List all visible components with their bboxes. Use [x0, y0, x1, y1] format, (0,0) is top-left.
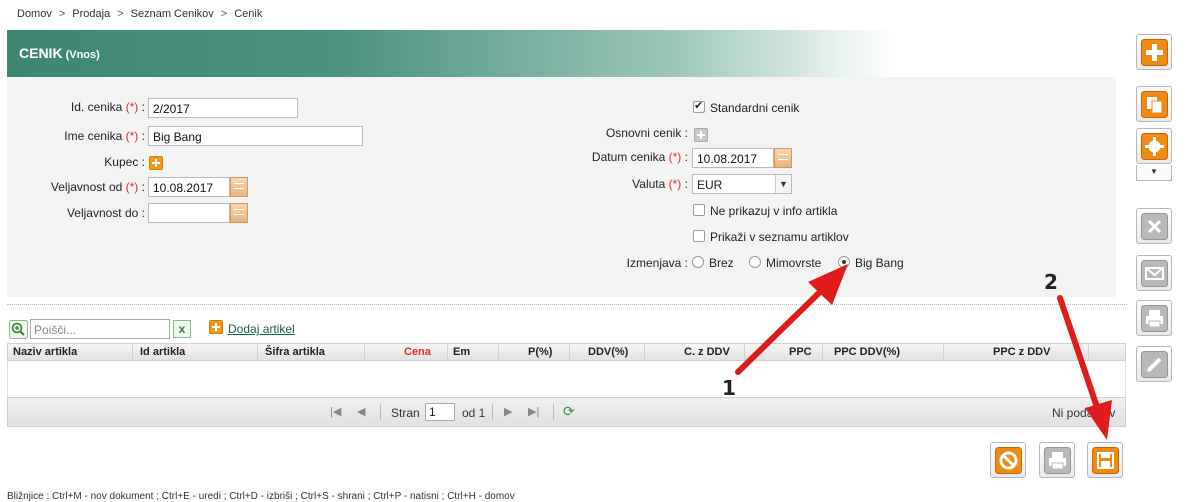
id-field[interactable]: 2/2017	[148, 98, 298, 118]
currency-label: Valuta (*) :	[632, 177, 688, 191]
print-button[interactable]	[1136, 300, 1172, 336]
delete-button[interactable]	[1136, 208, 1172, 244]
column-header[interactable]: C. z DDV	[684, 346, 730, 358]
page-label: Stran	[391, 406, 420, 420]
chevron-down-icon: ▼	[775, 175, 791, 193]
copy-icon	[1141, 91, 1168, 118]
exchange-option-label: Big Bang	[855, 256, 904, 270]
name-field[interactable]: Big Bang	[148, 126, 363, 146]
calendar-icon[interactable]	[774, 148, 792, 168]
column-header[interactable]: PPC z DDV	[993, 346, 1050, 358]
add-buyer-icon[interactable]	[149, 156, 163, 170]
column-header[interactable]: DDV(%)	[588, 346, 628, 358]
column-header[interactable]: PPC DDV(%)	[834, 346, 900, 358]
plus-icon	[1141, 39, 1168, 66]
breadcrumb-price-lists[interactable]: Seznam Cenikov	[131, 8, 214, 20]
calendar-icon[interactable]	[230, 203, 248, 223]
grid-body	[7, 361, 1126, 397]
column-header[interactable]: Naziv artikla	[13, 346, 77, 358]
grid-pager: |◀ ◀ Stran 1 od 1 ▶ ▶| ⟳ Ni podatkov	[7, 397, 1126, 427]
printer-icon	[1044, 447, 1071, 474]
breadcrumb-sales[interactable]: Prodaja	[72, 8, 110, 20]
page-title: CENIK (Vnos)	[19, 45, 100, 61]
cancel-button[interactable]	[990, 442, 1026, 478]
annotation-number-1: 1	[722, 376, 736, 400]
printer-icon	[1141, 305, 1168, 332]
copy-button[interactable]	[1136, 86, 1172, 122]
show-list-label: Prikaži v seznamu artiklov	[710, 230, 849, 244]
breadcrumb: Domov > Prodaja > Seznam Cenikov > Cenik	[17, 8, 263, 20]
exchange-label: Izmenjava :	[626, 256, 688, 270]
page-count: od 1	[462, 406, 486, 420]
date-label: Datum cenika (*) :	[591, 150, 688, 164]
gear-icon	[1141, 133, 1168, 160]
search-icon[interactable]	[9, 320, 28, 339]
settings-dropdown[interactable]: ▼	[1136, 165, 1172, 181]
save-icon	[1092, 447, 1119, 474]
date-field[interactable]: 10.08.2017	[692, 148, 774, 168]
add-article-link[interactable]: Dodaj artikel	[228, 322, 295, 336]
exchange-radio-mimovrste[interactable]	[749, 256, 761, 268]
exchange-radio-bigbang[interactable]	[838, 256, 850, 268]
search-input[interactable]: Poišči...	[30, 319, 170, 339]
valid-to-field[interactable]	[148, 203, 230, 223]
close-icon	[1141, 213, 1168, 240]
pencil-icon	[1141, 351, 1168, 378]
shortcuts-footer: Bližnjice : Ctrl+M - nov dokument ; Ctrl…	[7, 491, 515, 502]
settings-button[interactable]	[1136, 128, 1172, 164]
valid-from-field[interactable]: 10.08.2017	[148, 177, 230, 197]
page-header: CENIK (Vnos)	[7, 30, 1116, 77]
add-icon[interactable]	[209, 320, 223, 334]
calendar-icon[interactable]	[230, 177, 248, 197]
name-label: Ime cenika (*) :	[64, 129, 145, 143]
column-header[interactable]: Em	[453, 346, 470, 358]
breadcrumb-home[interactable]: Domov	[17, 8, 52, 20]
no-info-checkbox[interactable]	[693, 204, 705, 216]
exchange-option-label: Brez	[709, 256, 734, 270]
next-page-icon[interactable]: ▶	[504, 405, 512, 418]
standard-checkbox[interactable]	[693, 99, 705, 113]
valid-from-label: Veljavnost od (*) :	[50, 180, 145, 194]
breadcrumb-current: Cenik	[234, 8, 263, 20]
clear-search-button[interactable]: x	[173, 320, 191, 338]
divider	[7, 304, 1127, 305]
id-label: Id. cenika (*) :	[70, 100, 145, 114]
save-button[interactable]	[1087, 442, 1123, 478]
column-header[interactable]: Id artikla	[140, 346, 185, 358]
new-document-button[interactable]	[1136, 34, 1172, 70]
column-header[interactable]: Cena	[404, 346, 431, 358]
valid-to-label: Veljavnost do :	[66, 206, 145, 220]
page-number-input[interactable]: 1	[425, 403, 455, 421]
exchange-radio-none[interactable]	[692, 256, 704, 268]
print-document-button[interactable]	[1039, 442, 1075, 478]
page-subtitle: (Vnos)	[65, 49, 100, 61]
edit-button[interactable]	[1136, 346, 1172, 382]
base-label: Osnovni cenik :	[605, 126, 688, 140]
no-info-label: Ne prikazuj v info artikla	[710, 204, 838, 218]
exchange-option-label: Mimovrste	[766, 256, 822, 270]
refresh-icon[interactable]: ⟳	[563, 403, 575, 420]
column-header[interactable]: PPC	[789, 346, 812, 358]
add-base-icon[interactable]	[694, 128, 708, 142]
grid-header: Naziv artikla Id artikla Šifra artikla C…	[7, 343, 1126, 361]
column-header[interactable]: P(%)	[528, 346, 552, 358]
no-data-text: Ni podatkov	[1052, 406, 1116, 420]
currency-select[interactable]: EUR ▼	[692, 174, 792, 194]
show-list-checkbox[interactable]	[693, 230, 705, 242]
annotation-number-2: 2	[1044, 270, 1058, 294]
chevron-down-icon: ▼	[1150, 167, 1158, 176]
buyer-label: Kupec :	[104, 155, 145, 169]
prev-page-icon[interactable]: ◀	[357, 405, 365, 418]
cancel-icon	[995, 447, 1022, 474]
last-page-icon[interactable]: ▶|	[528, 405, 539, 418]
email-button[interactable]	[1136, 255, 1172, 291]
mail-icon	[1141, 260, 1168, 287]
first-page-icon[interactable]: |◀	[330, 405, 341, 418]
column-header[interactable]: Šifra artikla	[265, 346, 325, 358]
standard-label: Standardni cenik	[710, 101, 800, 115]
